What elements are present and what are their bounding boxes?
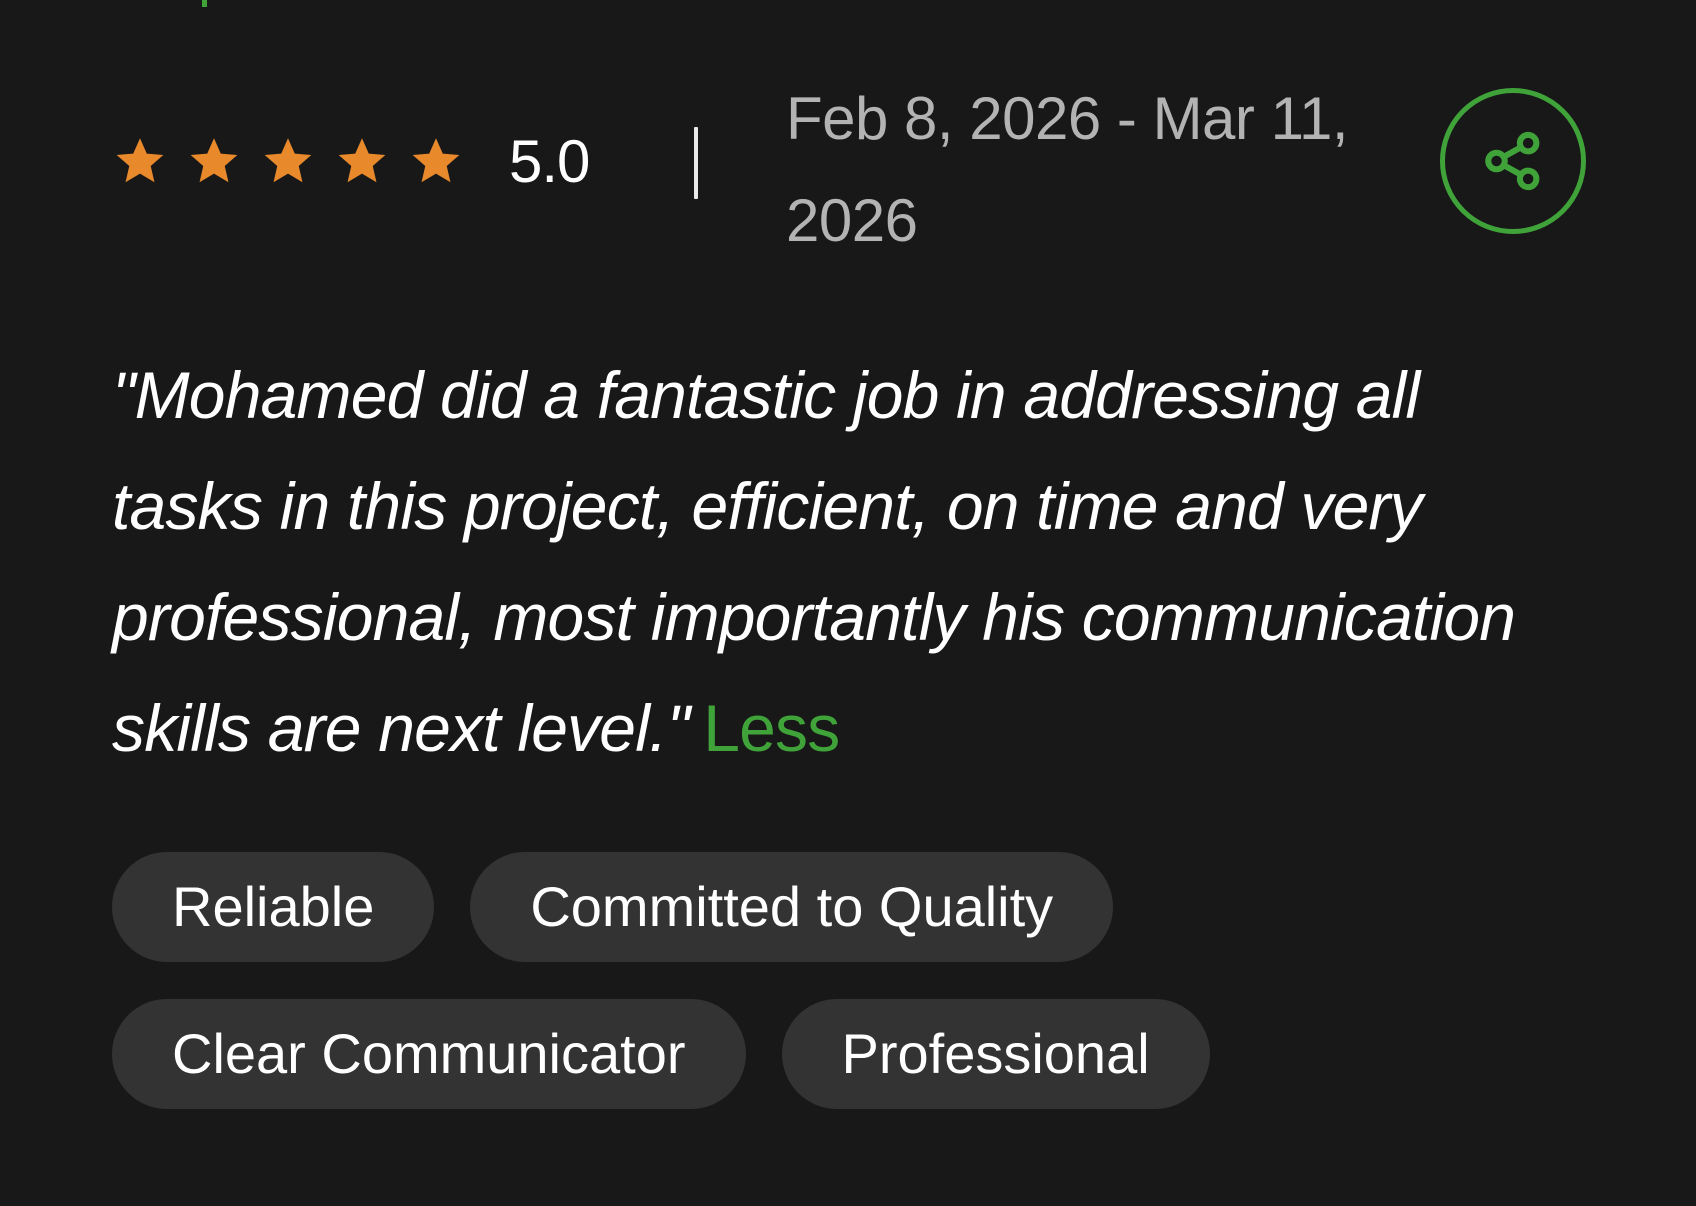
- tag-chip: Clear Communicator: [112, 999, 746, 1109]
- divider: [694, 127, 698, 199]
- rating-row: 5.0: [112, 128, 590, 195]
- top-accent-mark: [202, 0, 207, 7]
- share-button[interactable]: [1440, 88, 1586, 234]
- star-icon: [186, 134, 242, 190]
- skill-tags: Reliable Committed to Quality Clear Comm…: [112, 852, 1592, 1146]
- star-icon: [334, 134, 390, 190]
- review-card: 5.0 Feb 8, 2026 - Mar 11, 2026 "Mohamed …: [0, 0, 1696, 1206]
- less-link[interactable]: Less: [703, 691, 840, 765]
- date-range: Feb 8, 2026 - Mar 11, 2026: [786, 85, 1349, 254]
- share-icon: [1480, 128, 1546, 194]
- tag-row: Reliable Committed to Quality: [112, 852, 1592, 962]
- star-rating: [112, 134, 464, 190]
- rating-value: 5.0: [509, 128, 590, 195]
- tag-chip: Committed to Quality: [470, 852, 1114, 962]
- star-icon: [260, 134, 316, 190]
- tag-chip: Professional: [781, 999, 1210, 1109]
- star-icon: [408, 134, 464, 190]
- star-icon: [112, 134, 168, 190]
- tag-chip: Reliable: [112, 852, 435, 962]
- review-quote: "Mohamed did a fantastic job in addressi…: [112, 340, 1582, 784]
- tag-row: Clear Communicator Professional: [112, 999, 1592, 1109]
